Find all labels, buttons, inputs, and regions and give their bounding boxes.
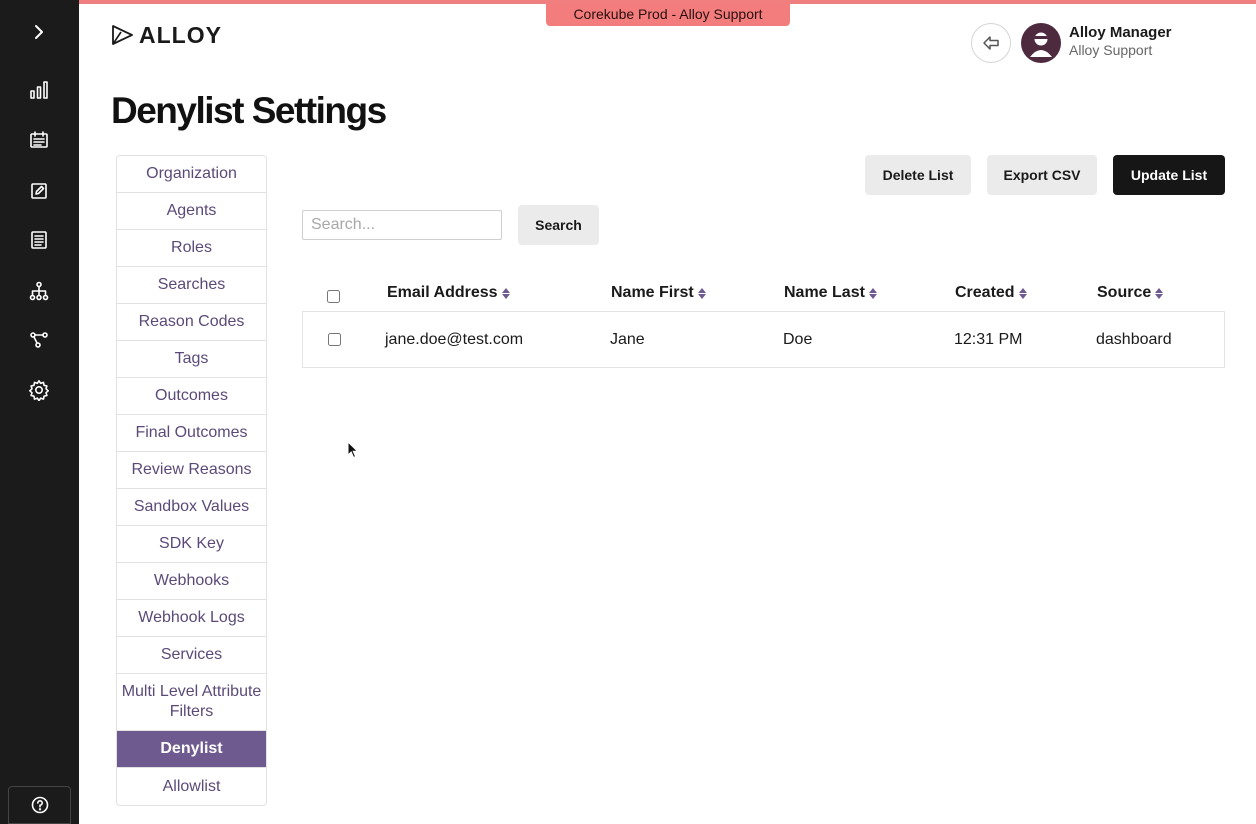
table-header: Email Address Name First Name Last Creat…: [302, 275, 1225, 311]
column-header-label: Source: [1097, 284, 1152, 301]
column-header-name-last[interactable]: Name Last: [784, 275, 877, 311]
sort-icon: [1018, 287, 1027, 299]
table-row[interactable]: jane.doe@test.com Jane Doe 12:31 PM dash…: [302, 311, 1225, 368]
cell-created: 12:31 PM: [954, 330, 1023, 348]
settings-nav-item-final-outcomes[interactable]: Final Outcomes: [117, 415, 266, 452]
column-header-label: Name First: [611, 284, 694, 301]
arrow-left-icon: [983, 36, 999, 50]
column-header-label: Email Address: [387, 284, 498, 301]
mouse-cursor-icon: [347, 441, 359, 459]
settings-nav-item-denylist[interactable]: Denylist: [117, 731, 266, 768]
settings-nav-item-agents[interactable]: Agents: [117, 193, 266, 230]
workflow-icon[interactable]: [24, 325, 54, 355]
help-icon: [31, 796, 48, 814]
environment-tag: Corekube Prod - Alloy Support: [546, 2, 790, 26]
settings-nav-item-webhooks[interactable]: Webhooks: [117, 563, 266, 600]
settings-nav-item-allowlist[interactable]: Allowlist: [117, 768, 266, 805]
delete-list-button[interactable]: Delete List: [865, 155, 971, 195]
chevron-right-icon[interactable]: [24, 17, 54, 47]
settings-nav-item-webhook-logs[interactable]: Webhook Logs: [117, 600, 266, 637]
user-organization: Alloy Support: [1069, 42, 1153, 58]
calendar-icon[interactable]: [24, 125, 54, 155]
row-checkbox[interactable]: [328, 333, 341, 346]
update-list-button[interactable]: Update List: [1113, 155, 1225, 195]
settings-nav-item-reason-codes[interactable]: Reason Codes: [117, 304, 266, 341]
column-header-label: Created: [955, 284, 1015, 301]
cell-name-last: Doe: [783, 330, 813, 348]
cell-email: jane.doe@test.com: [385, 330, 524, 348]
select-all-checkbox[interactable]: [327, 289, 340, 303]
search-input[interactable]: [302, 210, 502, 240]
settings-nav-item-services[interactable]: Services: [117, 637, 266, 674]
denylist-table: Email Address Name First Name Last Creat…: [302, 275, 1225, 368]
sort-icon: [1155, 287, 1164, 299]
settings-nav-item-review-reasons[interactable]: Review Reasons: [117, 452, 266, 489]
column-header-email[interactable]: Email Address: [387, 275, 510, 311]
alloy-logo-icon: [112, 25, 133, 45]
user-avatar-icon: [1030, 32, 1052, 57]
settings-nav-item-outcomes[interactable]: Outcomes: [117, 378, 266, 415]
cell-source: dashboard: [1096, 330, 1172, 348]
back-button[interactable]: [971, 23, 1011, 63]
settings-nav-item-searches[interactable]: Searches: [117, 267, 266, 304]
edit-icon[interactable]: [24, 176, 54, 206]
alloy-logo[interactable]: ALLOY: [111, 22, 222, 48]
settings-nav-item-roles[interactable]: Roles: [117, 230, 266, 267]
bar-chart-icon[interactable]: [24, 75, 54, 105]
settings-nav-item-multi-level-attribute-filters[interactable]: Multi Level Attribute Filters: [117, 674, 266, 731]
settings-nav-item-sdk-key[interactable]: SDK Key: [117, 526, 266, 563]
help-button[interactable]: [8, 786, 71, 824]
hierarchy-icon[interactable]: [24, 276, 54, 306]
user-name: Alloy Manager: [1069, 24, 1172, 41]
sort-icon: [501, 287, 510, 299]
left-icon-rail: [0, 0, 79, 824]
gear-icon[interactable]: [24, 375, 54, 405]
search-button[interactable]: Search: [518, 205, 599, 245]
sort-icon: [868, 287, 877, 299]
avatar[interactable]: [1021, 23, 1061, 63]
row-select-cell: [328, 312, 341, 367]
settings-nav-item-tags[interactable]: Tags: [117, 341, 266, 378]
column-header-label: Name Last: [784, 284, 865, 301]
document-icon[interactable]: [24, 225, 54, 255]
cell-name-first: Jane: [610, 330, 645, 348]
logo-text: ALLOY: [139, 21, 222, 48]
settings-nav-item-organization[interactable]: Organization: [117, 156, 266, 193]
column-header-created[interactable]: Created: [955, 275, 1027, 311]
settings-nav: Organization Agents Roles Searches Reaso…: [116, 155, 267, 806]
column-header-source[interactable]: Source: [1097, 275, 1164, 311]
export-csv-button[interactable]: Export CSV: [987, 155, 1097, 195]
select-all-cell: [327, 275, 340, 311]
settings-nav-item-sandbox-values[interactable]: Sandbox Values: [117, 489, 266, 526]
page-title: Denylist Settings: [111, 90, 387, 131]
sort-icon: [697, 287, 706, 299]
column-header-name-first[interactable]: Name First: [611, 275, 706, 311]
